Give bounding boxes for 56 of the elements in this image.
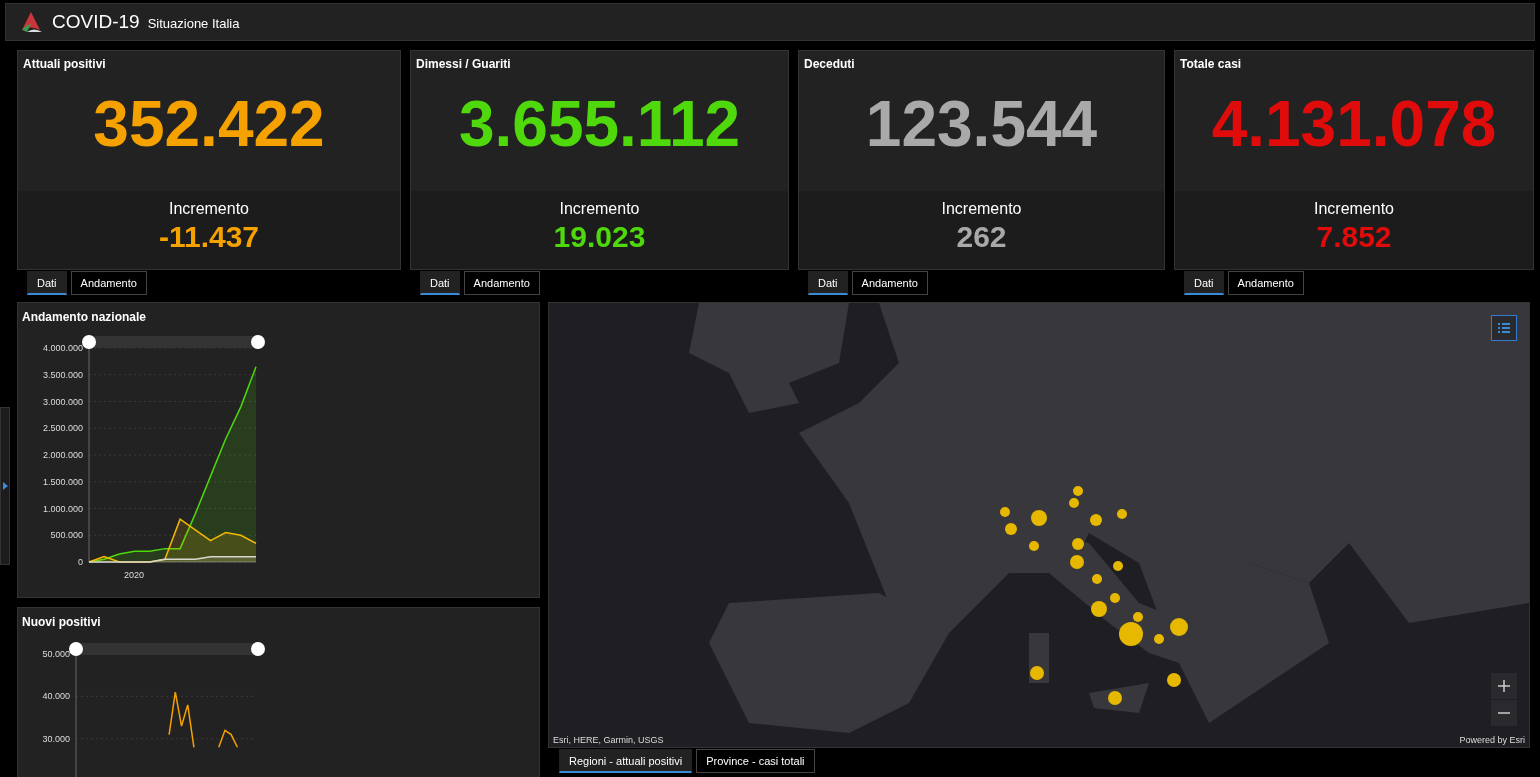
tab[interactable]: Province - casi totali (696, 749, 815, 773)
axis-tick-label: 3.000.000 (42, 396, 83, 407)
zoom-in-button[interactable] (1491, 673, 1517, 699)
app-title: COVID-19 (52, 11, 140, 33)
plus-icon (1498, 680, 1510, 692)
axis-tick-label: 1.000.000 (42, 503, 83, 514)
axis-tick-label: 50.000 (42, 649, 70, 659)
increment-label: Incremento (168, 200, 249, 218)
card-title: Dimessi / Guariti (415, 56, 511, 71)
axis-tick-label: 30.000 (42, 733, 70, 744)
tab[interactable]: Andamento (463, 271, 540, 295)
stat-value: 352.422 (93, 87, 325, 161)
tab[interactable]: Andamento (851, 271, 928, 295)
stat-value: 3.655.112 (458, 87, 741, 161)
card-title: Deceduti (803, 56, 855, 71)
range-slider[interactable] (69, 642, 265, 656)
tab[interactable]: Andamento (1227, 271, 1304, 295)
stat-value: 123.544 (865, 87, 1098, 161)
increment-label: Incremento (941, 200, 1022, 218)
increment-value: -11.437 (158, 220, 260, 254)
series-line (168, 691, 239, 749)
axis-tick-label: 0 (78, 557, 83, 567)
panel-title: Nuovi positivi (21, 614, 101, 629)
axis-tick-label: 500.000 (50, 530, 83, 541)
tab[interactable]: Dati (808, 271, 848, 295)
card-title: Totale casi (1179, 56, 1242, 71)
range-slider[interactable] (82, 335, 265, 349)
legend-button[interactable] (1491, 315, 1517, 341)
powered-by-link[interactable]: Powered by Esri (1459, 735, 1525, 745)
axis-tick-label: 1.500.000 (42, 476, 83, 487)
increment-label: Incremento (1313, 200, 1394, 218)
map-attribution: Esri, HERE, Garmin, USGS (553, 735, 664, 745)
zoom-out-button[interactable] (1491, 700, 1517, 726)
tab[interactable]: Andamento (70, 271, 147, 295)
increment-label: Incremento (559, 200, 640, 218)
panel-title: Andamento nazionale (21, 309, 146, 324)
axis-tick-label: 2.500.000 (42, 423, 83, 434)
axis-label: 2020 (124, 570, 145, 580)
stat-value: 4.131.078 (1211, 87, 1497, 161)
app-subtitle: Situazione Italia (147, 16, 240, 31)
tab[interactable]: Dati (420, 271, 460, 295)
minus-icon (1498, 712, 1510, 714)
axis-tick-label: 2.000.000 (42, 450, 83, 460)
increment-value: 7.852 (1316, 220, 1392, 254)
increment-value: 19.023 (553, 220, 646, 254)
tab[interactable]: Dati (1184, 271, 1224, 295)
axis-tick-label: 3.500.000 (42, 369, 83, 380)
card-title: Attuali positivi (22, 56, 106, 71)
tab[interactable]: Regioni - attuali positivi (559, 749, 693, 773)
list-icon (1498, 322, 1510, 334)
sidebar-toggle[interactable] (0, 407, 10, 565)
increment-value: 262 (956, 220, 1007, 254)
tab[interactable]: Dati (27, 271, 67, 295)
axis-tick-label: 4.000.000 (42, 343, 83, 353)
axis-tick-label: 40.000 (42, 691, 70, 702)
caret-icon (2, 482, 8, 490)
